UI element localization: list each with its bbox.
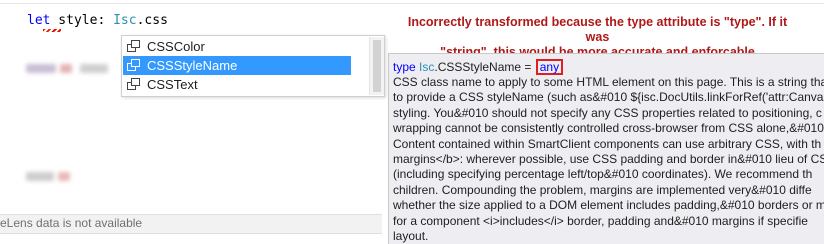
codelens-status: eLens data is not available xyxy=(0,216,143,230)
error-squiggle xyxy=(43,29,61,32)
description-line: to provide a CSS styleName (such as&#010… xyxy=(393,90,824,105)
type-signature: type Isc.CSSStyleName = any xyxy=(393,59,564,75)
blurred-code xyxy=(26,64,56,73)
signature-keyword: type xyxy=(393,60,416,74)
code-variable: style: xyxy=(50,13,114,28)
description-line: wrapping cannot be consistently controll… xyxy=(393,121,824,136)
scrollbar-thumb[interactable] xyxy=(373,40,381,92)
blurred-code xyxy=(26,172,54,181)
signature-name: .CSSStyleName = xyxy=(434,60,535,74)
description-line: (including specifying percentage left/to… xyxy=(393,167,813,182)
class-icon xyxy=(127,59,140,71)
tooltip-description: CSS class name to apply to some HTML ele… xyxy=(393,75,824,244)
quickinfo-tooltip: type Isc.CSSStyleName = any CSS class na… xyxy=(388,53,824,244)
description-line: whether the size applied to a DOM elemen… xyxy=(393,198,824,213)
code-type: Isc xyxy=(113,13,137,28)
code-keyword: let xyxy=(27,13,51,28)
completion-item-csscolor[interactable]: CSSColor xyxy=(123,37,351,56)
completion-scrollbar[interactable] xyxy=(369,37,384,95)
description-line: margins</b>: wherever possible, use CSS … xyxy=(393,151,824,166)
blurred-code xyxy=(58,172,70,181)
description-line: children. Compounding the problem, margi… xyxy=(393,182,812,197)
signature-value-highlight: any xyxy=(535,59,564,75)
description-line: styling. You&#010 should not specify any… xyxy=(393,105,822,120)
completion-list[interactable]: CSSColor CSSStyleName CSSText xyxy=(121,35,385,97)
signature-module: Isc xyxy=(419,60,435,74)
completion-item-label: CSSText xyxy=(147,77,198,92)
completion-item-csstext[interactable]: CSSText xyxy=(123,75,351,94)
completion-item-label: CSSColor xyxy=(147,39,205,54)
annotation-line: Incorrectly transformed because the type… xyxy=(407,15,788,44)
code-member: .css xyxy=(136,13,168,28)
code-editor[interactable]: let style: Isc.css eLens data is not ava… xyxy=(0,0,824,244)
blurred-code xyxy=(60,64,72,73)
class-icon xyxy=(127,40,140,52)
code-line[interactable]: let style: Isc.css xyxy=(27,13,168,29)
completion-item-label: CSSStyleName xyxy=(147,58,238,73)
class-icon xyxy=(127,78,140,90)
description-line: Content contained within SmartClient com… xyxy=(393,136,822,151)
blurred-code xyxy=(80,64,108,73)
completion-item-cssstylename[interactable]: CSSStyleName xyxy=(123,56,351,75)
description-line: layout. xyxy=(393,228,429,243)
description-line: CSS class name to apply to some HTML ele… xyxy=(393,75,824,89)
editor-top-divider xyxy=(0,3,824,4)
description-line: for a component <i>includes</i> border, … xyxy=(393,213,808,228)
